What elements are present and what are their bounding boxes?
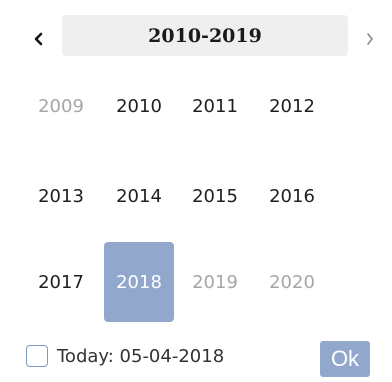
year-cell-2016[interactable]: 2016	[257, 156, 327, 236]
year-cell-2012[interactable]: 2012	[257, 66, 327, 146]
next-decade-button[interactable]	[358, 26, 382, 54]
previous-decade-button[interactable]	[26, 26, 50, 54]
year-cell-2014[interactable]: 2014	[104, 156, 174, 236]
today-label[interactable]: Today: 05-04-2018	[57, 344, 224, 370]
decade-title[interactable]: 2010-2019	[62, 15, 348, 56]
chevron-right-icon	[364, 31, 376, 50]
year-cell-2015[interactable]: 2015	[180, 156, 250, 236]
year-cell-2020[interactable]: 2020	[257, 242, 327, 322]
ok-button[interactable]: Ok	[320, 341, 370, 377]
year-cell-2011[interactable]: 2011	[180, 66, 250, 146]
year-cell-2013[interactable]: 2013	[26, 156, 96, 236]
year-cell-2010[interactable]: 2010	[104, 66, 174, 146]
year-cell-2019: 2019	[192, 271, 238, 293]
today-checkbox[interactable]	[26, 345, 48, 367]
year-cell-2009[interactable]: 2009	[26, 66, 96, 146]
year-cell-2018[interactable]: 2018	[104, 242, 174, 322]
chevron-left-icon	[32, 31, 44, 50]
year-cell-2017[interactable]: 2017	[26, 242, 96, 322]
year-picker: 2010-2019 2009 2010 2011 2012 2013 2014 …	[0, 0, 392, 382]
